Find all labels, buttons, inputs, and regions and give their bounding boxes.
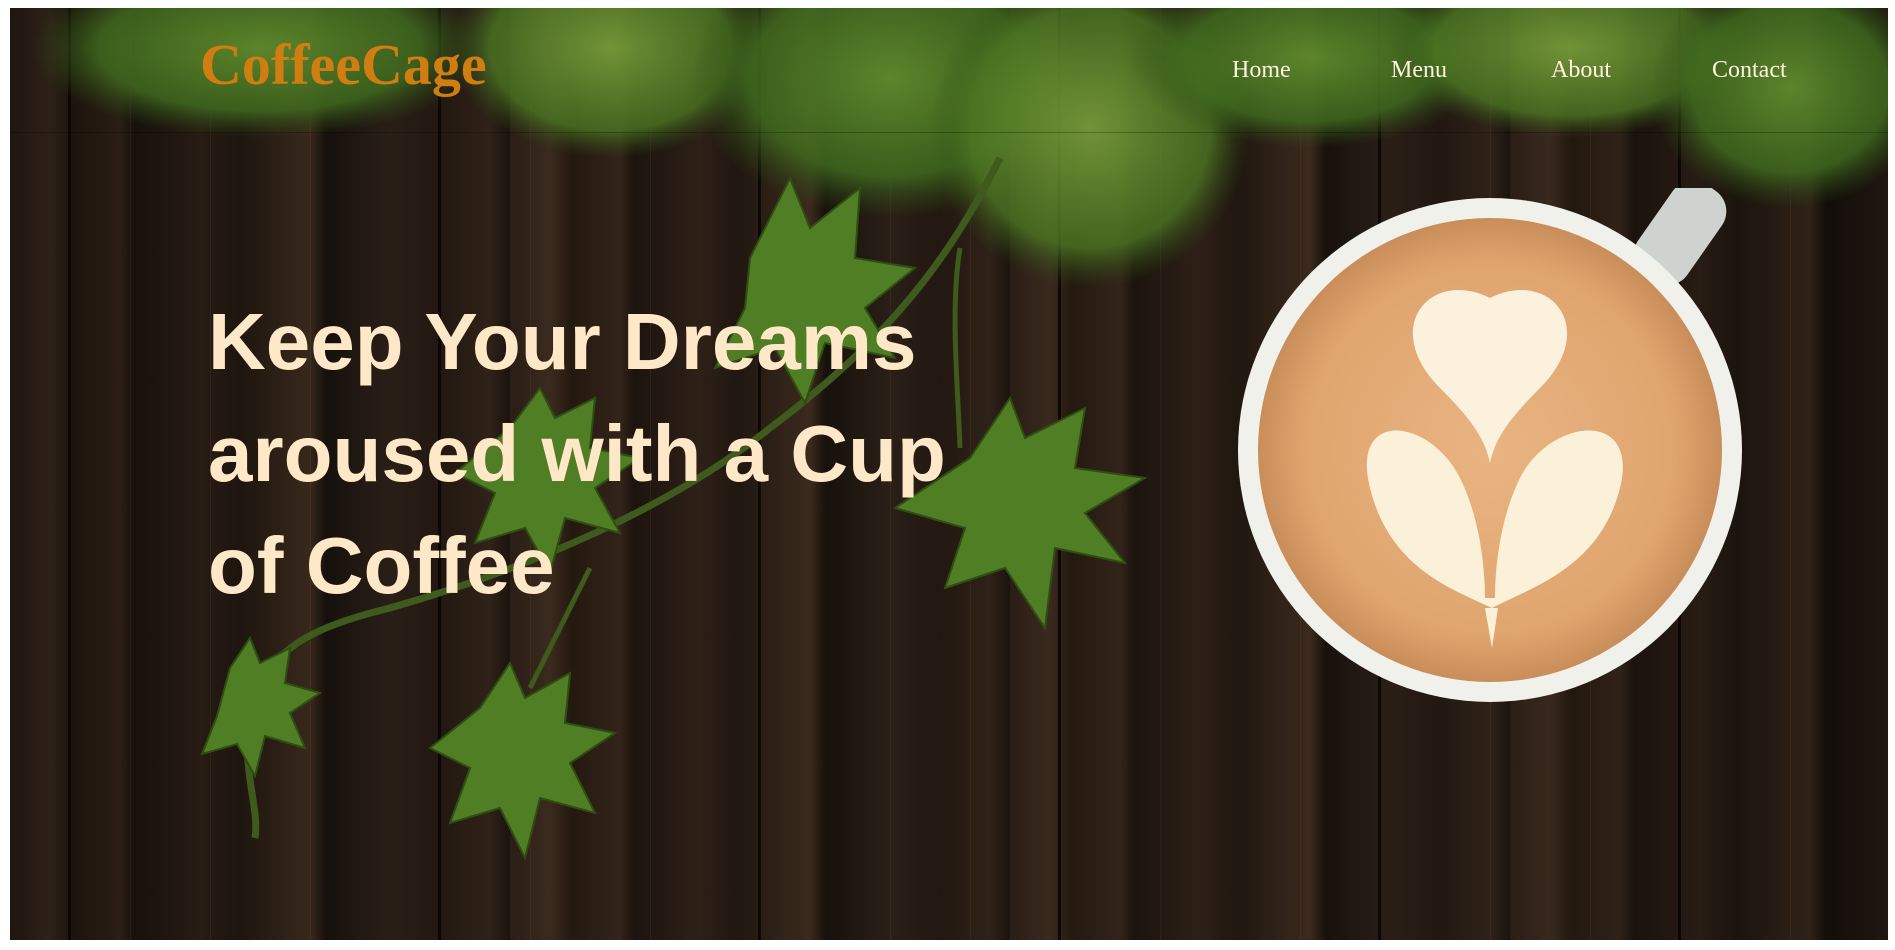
brand-logo[interactable]: CoffeeCage	[200, 36, 487, 94]
nav-item-menu[interactable]: Menu	[1391, 58, 1447, 82]
nav-item-about[interactable]: About	[1551, 58, 1611, 82]
hero-section: CoffeeCage Home Menu About Contact Keep …	[10, 8, 1888, 948]
latte-cup-illustration	[1238, 188, 1742, 702]
site-header: CoffeeCage Home Menu About Contact	[10, 8, 1888, 133]
hero-title-line: Keep Your Dreams	[208, 297, 917, 386]
hero-title-line: of Coffee	[208, 521, 555, 610]
page-bottom-edge	[0, 940, 1895, 950]
nav-item-home[interactable]: Home	[1232, 58, 1291, 82]
nav-item-contact[interactable]: Contact	[1712, 58, 1787, 82]
hero-title: Keep Your Dreams aroused with a Cup of C…	[208, 286, 988, 622]
hero-title-line: aroused with a Cup	[208, 409, 946, 498]
